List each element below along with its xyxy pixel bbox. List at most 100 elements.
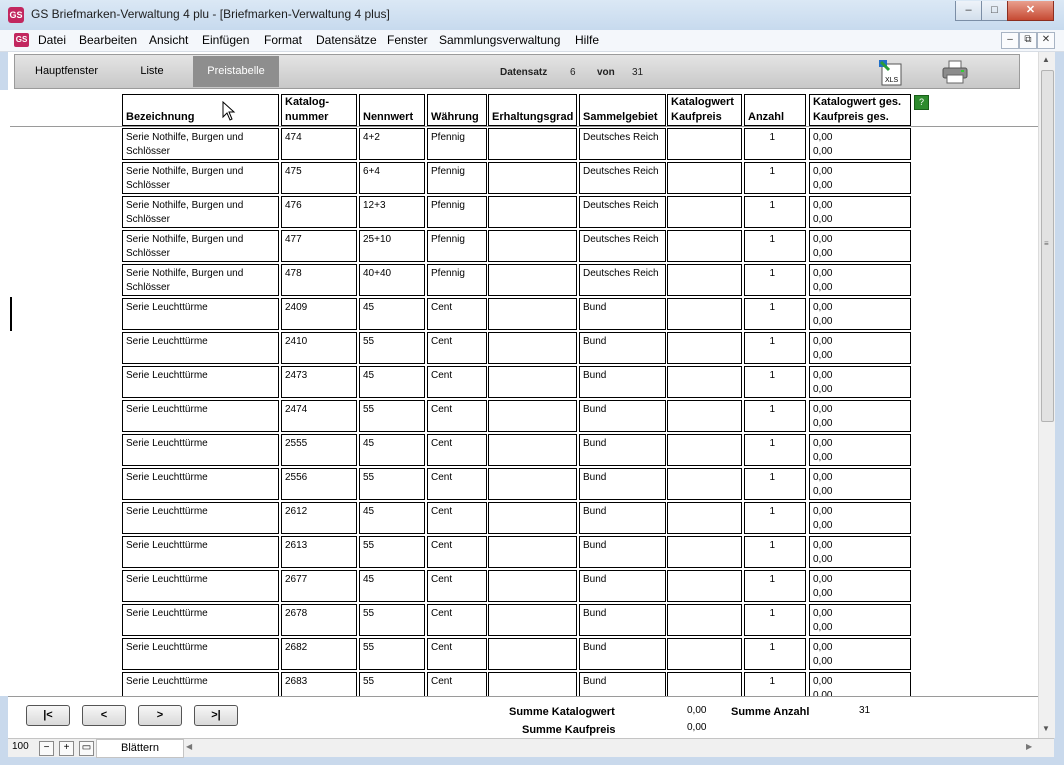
cell-anzahl[interactable]: 1	[744, 570, 806, 602]
cell-wert[interactable]	[667, 468, 742, 500]
cell-gesamt[interactable]: 0,00 0,00	[809, 264, 911, 296]
cell-nennwert[interactable]: 55	[359, 604, 425, 636]
cell-nr[interactable]: 2474	[281, 400, 357, 432]
mode-indicator[interactable]: Blättern	[96, 739, 184, 758]
first-record-button[interactable]: |<	[26, 705, 70, 726]
table-row[interactable]: Serie Leuchttürme 2556 55 Cent Bund 1 0,00 0,00	[0, 467, 1038, 501]
cell-erhaltung[interactable]	[488, 604, 577, 636]
cell-wert[interactable]	[667, 230, 742, 262]
cell-nennwert[interactable]: 12+3	[359, 196, 425, 228]
cell-erhaltung[interactable]	[488, 264, 577, 296]
cell-bezeichnung[interactable]: Serie Leuchttürme	[122, 366, 279, 398]
cell-waehrung[interactable]: Cent	[427, 332, 487, 364]
cell-gebiet[interactable]: Bund	[579, 604, 666, 636]
cell-bezeichnung[interactable]: Serie Leuchttürme	[122, 468, 279, 500]
table-row[interactable]: Serie Leuchttürme 2473 45 Cent Bund 1 0,00 0,00	[0, 365, 1038, 399]
cell-bezeichnung[interactable]: Serie Leuchttürme	[122, 298, 279, 330]
cell-gesamt[interactable]: 0,00 0,00	[809, 366, 911, 398]
cell-gebiet[interactable]: Bund	[579, 570, 666, 602]
table-row[interactable]: Serie Leuchttürme 2677 45 Cent Bund 1 0,00 0,00	[0, 569, 1038, 603]
zoom-out-button[interactable]: −	[39, 741, 54, 756]
scroll-left-arrow-icon[interactable]: ◀	[186, 742, 192, 751]
cell-nr[interactable]: 478	[281, 264, 357, 296]
cell-nr[interactable]: 474	[281, 128, 357, 160]
cell-erhaltung[interactable]	[488, 230, 577, 262]
cell-bezeichnung[interactable]: Serie Nothilfe, Burgen und Schlösser	[122, 196, 279, 228]
minimize-button[interactable]: –	[955, 1, 982, 21]
cell-gesamt[interactable]: 0,00 0,00	[809, 502, 911, 534]
cell-wert[interactable]	[667, 536, 742, 568]
cell-gebiet[interactable]: Bund	[579, 468, 666, 500]
header-sammelgebiet[interactable]: Sammelgebiet	[579, 94, 666, 126]
cell-gesamt[interactable]: 0,00 0,00	[809, 162, 911, 194]
cell-gebiet[interactable]: Deutsches Reich	[579, 162, 666, 194]
cell-waehrung[interactable]: Pfennig	[427, 128, 487, 160]
table-row[interactable]: Serie Nothilfe, Burgen und Schlösser 474 4+…	[0, 127, 1038, 161]
cell-nr[interactable]: 2555	[281, 434, 357, 466]
cell-bezeichnung[interactable]: Serie Nothilfe, Burgen und Schlösser	[122, 162, 279, 194]
cell-nennwert[interactable]: 55	[359, 536, 425, 568]
table-row[interactable]: Serie Leuchttürme 2474 55 Cent Bund 1 0,00 0,00	[0, 399, 1038, 433]
cell-anzahl[interactable]: 1	[744, 332, 806, 364]
cell-nennwert[interactable]: 4+2	[359, 128, 425, 160]
cell-nr[interactable]: 475	[281, 162, 357, 194]
cell-nr[interactable]: 476	[281, 196, 357, 228]
zoom-in-button[interactable]: +	[59, 741, 74, 756]
cell-anzahl[interactable]: 1	[744, 672, 806, 696]
cell-erhaltung[interactable]	[488, 162, 577, 194]
cell-waehrung[interactable]: Cent	[427, 434, 487, 466]
menu-einfuegen[interactable]: Einfügen	[202, 33, 249, 47]
cell-waehrung[interactable]: Cent	[427, 672, 487, 696]
cell-gebiet[interactable]: Bund	[579, 400, 666, 432]
cell-wert[interactable]	[667, 264, 742, 296]
scroll-right-arrow-icon[interactable]: ▶	[1026, 742, 1032, 751]
cell-erhaltung[interactable]	[488, 298, 577, 330]
cell-wert[interactable]	[667, 570, 742, 602]
table-row[interactable]: Serie Leuchttürme 2678 55 Cent Bund 1 0,00 0,00	[0, 603, 1038, 637]
cell-waehrung[interactable]: Cent	[427, 638, 487, 670]
cell-gesamt[interactable]: 0,00 0,00	[809, 434, 911, 466]
cell-nennwert[interactable]: 55	[359, 672, 425, 696]
cell-anzahl[interactable]: 1	[744, 366, 806, 398]
zoom-level[interactable]: 100	[12, 741, 29, 752]
cell-nr[interactable]: 2613	[281, 536, 357, 568]
cell-wert[interactable]	[667, 638, 742, 670]
header-katalogwert-kaufpreis[interactable]: Katalogwert Kaufpreis	[667, 94, 742, 126]
table-row[interactable]: Serie Leuchttürme 2409 45 Cent Bund 1 0,00 0,00	[0, 297, 1038, 331]
cell-gesamt[interactable]: 0,00 0,00	[809, 604, 911, 636]
menu-bearbeiten[interactable]: Bearbeiten	[79, 33, 137, 47]
cell-gesamt[interactable]: 0,00 0,00	[809, 196, 911, 228]
cell-anzahl[interactable]: 1	[744, 196, 806, 228]
cell-anzahl[interactable]: 1	[744, 536, 806, 568]
cell-waehrung[interactable]: Pfennig	[427, 230, 487, 262]
table-row[interactable]: Serie Leuchttürme 2612 45 Cent Bund 1 0,00 0,00	[0, 501, 1038, 535]
cell-bezeichnung[interactable]: Serie Leuchttürme	[122, 604, 279, 636]
tab-preistabelle[interactable]: Preistabelle	[193, 56, 279, 87]
cell-waehrung[interactable]: Pfennig	[427, 162, 487, 194]
cell-nennwert[interactable]: 45	[359, 366, 425, 398]
cell-wert[interactable]	[667, 128, 742, 160]
cell-nennwert[interactable]: 6+4	[359, 162, 425, 194]
cell-bezeichnung[interactable]: Serie Leuchttürme	[122, 332, 279, 364]
cell-gebiet[interactable]: Deutsches Reich	[579, 128, 666, 160]
menu-hilfe[interactable]: Hilfe	[575, 33, 599, 47]
header-gesamt[interactable]: Katalogwert ges. Kaufpreis ges.	[809, 94, 911, 126]
cell-gebiet[interactable]: Bund	[579, 638, 666, 670]
cell-bezeichnung[interactable]: Serie Nothilfe, Burgen und Schlösser	[122, 230, 279, 262]
header-waehrung[interactable]: Währung	[427, 94, 487, 126]
maximize-button[interactable]: □	[981, 1, 1008, 21]
cell-gebiet[interactable]: Bund	[579, 536, 666, 568]
cell-bezeichnung[interactable]: Serie Leuchttürme	[122, 570, 279, 602]
cell-nr[interactable]: 2682	[281, 638, 357, 670]
cell-gesamt[interactable]: 0,00 0,00	[809, 128, 911, 160]
cell-gebiet[interactable]: Bund	[579, 298, 666, 330]
cell-nr[interactable]: 2556	[281, 468, 357, 500]
cell-nennwert[interactable]: 55	[359, 332, 425, 364]
cell-bezeichnung[interactable]: Serie Nothilfe, Burgen und Schlösser	[122, 128, 279, 160]
cell-waehrung[interactable]: Pfennig	[427, 196, 487, 228]
cell-waehrung[interactable]: Cent	[427, 298, 487, 330]
cell-anzahl[interactable]: 1	[744, 434, 806, 466]
cell-anzahl[interactable]: 1	[744, 128, 806, 160]
help-button[interactable]: ?	[914, 95, 929, 110]
scroll-thumb[interactable]: ≡	[1041, 70, 1054, 422]
